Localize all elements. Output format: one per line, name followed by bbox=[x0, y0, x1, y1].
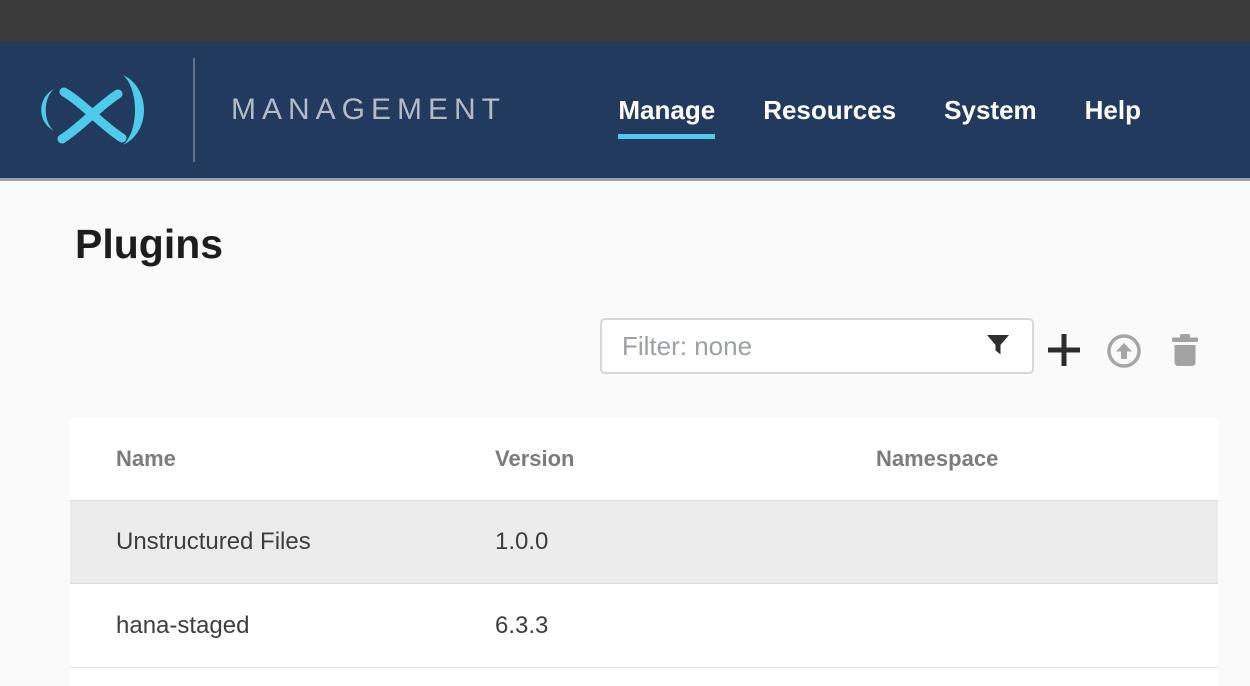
funnel-icon[interactable] bbox=[986, 334, 1010, 361]
column-header-version: Version bbox=[495, 446, 876, 472]
delete-plugin-button[interactable] bbox=[1172, 334, 1198, 366]
plugin-version-cell: 1.0.0 bbox=[495, 528, 876, 556]
nav-item-resources[interactable]: Resources bbox=[763, 82, 896, 139]
column-header-namespace: Namespace bbox=[876, 446, 1218, 472]
browser-chrome-strip bbox=[0, 0, 1250, 42]
nav-item-help[interactable]: Help bbox=[1085, 82, 1141, 139]
upload-plugin-button[interactable] bbox=[1107, 334, 1141, 368]
plugin-name-cell: hana-staged bbox=[116, 612, 495, 640]
table-row[interactable]: Unstructured Files 1.0.0 bbox=[70, 500, 1218, 584]
nav-item-manage[interactable]: Manage bbox=[618, 82, 715, 139]
column-header-name: Name bbox=[116, 446, 495, 472]
table-row[interactable]: hana-staged 6.3.3 bbox=[70, 584, 1218, 668]
page-title: Plugins bbox=[75, 221, 223, 267]
app-header: MANAGEMENT Manage Resources System Help bbox=[0, 42, 1250, 181]
table-header-row: Name Version Namespace bbox=[70, 418, 1218, 500]
plugins-table: Name Version Namespace Unstructured File… bbox=[70, 418, 1218, 686]
header-divider bbox=[193, 58, 195, 162]
plus-icon bbox=[1046, 332, 1082, 368]
main-nav: Manage Resources System Help bbox=[618, 82, 1141, 139]
plugins-page: MANAGEMENT Manage Resources System Help … bbox=[0, 0, 1250, 686]
upload-icon bbox=[1107, 334, 1141, 368]
delphix-logo-icon bbox=[28, 75, 150, 145]
plugin-version-cell: 6.3.3 bbox=[495, 612, 876, 640]
nav-item-system[interactable]: System bbox=[944, 82, 1037, 139]
trash-icon bbox=[1172, 334, 1198, 366]
brand-title: MANAGEMENT bbox=[231, 93, 506, 127]
plugin-name-cell: Unstructured Files bbox=[116, 528, 495, 556]
add-plugin-button[interactable] bbox=[1046, 332, 1082, 368]
filter-input[interactable] bbox=[602, 320, 1032, 372]
filter-box bbox=[600, 318, 1034, 374]
